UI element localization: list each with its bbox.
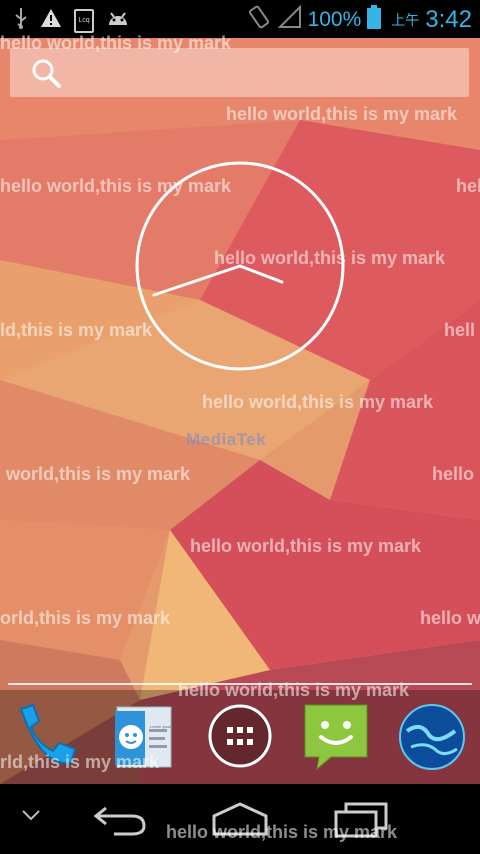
dock-divider [8,683,472,685]
mediatek-watermark: MediaTek [186,430,267,449]
recents-icon[interactable] [332,800,392,845]
app-drawer-button[interactable] [204,700,276,772]
wallpaper [0,0,480,784]
clock-hour-hand [238,264,284,284]
battery-percent: 100% [307,7,362,31]
status-bar: Lcq 100% 上午 3:42 [0,0,480,38]
am-pm-label: 上午 [391,11,420,28]
analog-clock-widget[interactable] [134,160,346,372]
battery-icon [367,5,382,34]
app-drawer-icon [208,704,272,768]
navigation-bar: hello world,this is my mark [0,784,480,854]
warning-icon [40,8,62,33]
home-icon[interactable] [210,800,270,845]
contacts-card-text: Lorem Ipsum [150,724,174,729]
browser-icon[interactable] [396,700,468,772]
phone-icon[interactable] [10,700,82,772]
contacts-icon[interactable] [106,700,178,772]
android-debug-icon [106,9,130,32]
messaging-icon[interactable] [300,700,372,772]
search-icon[interactable] [30,57,62,94]
rotate-lock-icon [246,4,272,35]
back-icon[interactable] [92,800,148,845]
lcq-icon: Lcq [74,8,94,33]
menu-down-icon[interactable] [20,808,42,827]
usb-icon [14,7,28,34]
clock-minute-hand [152,264,242,297]
clock-time: 3:42 [425,5,472,33]
signal-icon [277,4,302,34]
google-search-bar[interactable] [10,48,469,97]
